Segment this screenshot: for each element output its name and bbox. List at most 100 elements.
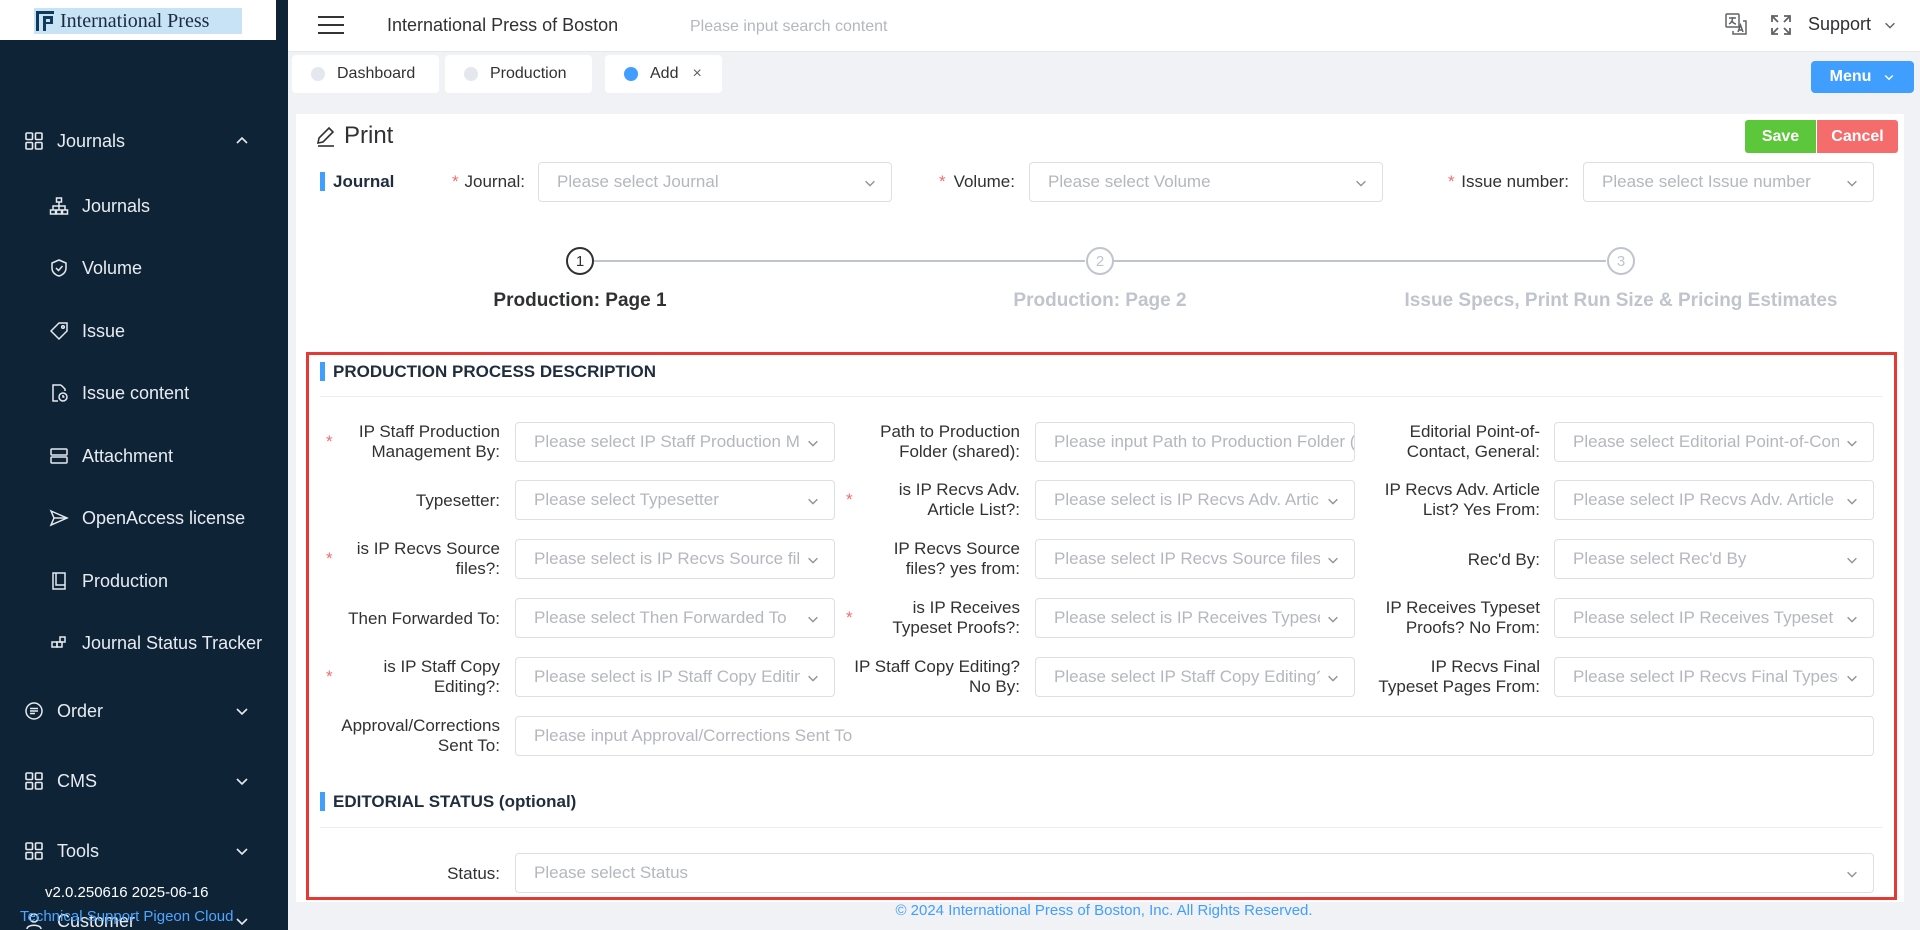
copyedit-label: is IP Staff Copy Editing?: xyxy=(383,657,500,696)
adv-from-select[interactable]: Please select IP Recvs Adv. Article List… xyxy=(1554,480,1874,520)
copyedit-select[interactable]: Please select is IP Staff Copy Editing? xyxy=(515,657,835,697)
step-1-circle[interactable]: 1 xyxy=(566,247,594,275)
adv-list-select[interactable]: Please select is IP Recvs Adv. Article L… xyxy=(1035,480,1355,520)
sidebar-item-volume[interactable]: Volume xyxy=(0,248,288,288)
status-select[interactable]: Please select Status xyxy=(515,853,1874,893)
step-2-title[interactable]: Production: Page 2 xyxy=(900,290,1300,312)
chevron-down-icon xyxy=(1847,871,1857,878)
sidebar-group-journals[interactable]: Journals xyxy=(0,121,288,161)
save-button[interactable]: Save xyxy=(1745,120,1816,153)
source-select[interactable]: Please select is IP Recvs Source files? xyxy=(515,539,835,579)
chevron-up-icon xyxy=(236,136,248,144)
volume-select[interactable]: Please select Volume xyxy=(1029,162,1383,202)
grid-icon xyxy=(25,842,43,860)
typesetter-label: Typesetter: xyxy=(415,491,500,510)
tab-status-dot xyxy=(311,67,325,81)
sidebar-item-issue[interactable]: Issue xyxy=(0,311,288,351)
org-title: International Press of Boston xyxy=(387,15,619,35)
search-input[interactable] xyxy=(690,13,1010,41)
technical-support-link[interactable]: Technical Support Pigeon Cloud xyxy=(20,908,233,925)
sidebar-item-label: OpenAccess license xyxy=(82,507,246,528)
chevron-down-icon xyxy=(1328,498,1338,505)
select-placeholder: Please select IP Recvs Source files? yes… xyxy=(1054,549,1320,568)
editorial-poc-select[interactable]: Please select Editorial Point-of-Contact… xyxy=(1554,422,1874,462)
sidebar-group-cms[interactable]: CMS xyxy=(0,761,288,801)
chevron-down-icon xyxy=(1847,675,1857,682)
staff-mgmt-select[interactable]: Please select IP Staff Production Manage… xyxy=(515,422,835,462)
logo-mark-icon xyxy=(36,11,54,31)
issue-number-label: Issue number: xyxy=(1461,172,1569,191)
sidebar: International Press Journals Journals Vo… xyxy=(0,0,288,930)
proofs-select[interactable]: Please select is IP Receives Typeset Pro… xyxy=(1035,598,1355,638)
sidebar-item-production[interactable]: Production xyxy=(0,561,288,601)
step-connector xyxy=(1114,260,1606,262)
forwarded-label: Then Forwarded To: xyxy=(348,609,500,628)
logo[interactable]: International Press xyxy=(0,0,276,40)
step-3-title[interactable]: Issue Specs, Print Run Size & Pricing Es… xyxy=(1370,290,1872,312)
chevron-down-icon xyxy=(808,440,818,447)
close-icon[interactable]: × xyxy=(692,65,701,83)
tab-add[interactable]: Add × xyxy=(605,55,722,93)
staff-mgmt-label: IP Staff Production Management By: xyxy=(358,422,500,461)
chevron-down-icon xyxy=(236,708,248,716)
recd-by-select[interactable]: Please select Rec'd By xyxy=(1554,539,1874,579)
step-1-title[interactable]: Production: Page 1 xyxy=(380,290,780,312)
book-icon xyxy=(52,572,66,590)
chevron-down-icon xyxy=(1885,74,1894,81)
sidebar-item-openaccess-license[interactable]: OpenAccess license xyxy=(0,498,288,538)
sidebar-item-issue-content[interactable]: Issue content xyxy=(0,373,288,413)
section-marker xyxy=(320,792,325,811)
step-3-circle[interactable]: 3 xyxy=(1607,247,1635,275)
chevron-down-icon xyxy=(1885,22,1895,29)
cancel-button[interactable]: Cancel xyxy=(1817,120,1898,153)
sidebar-item-label: Issue content xyxy=(82,382,190,403)
sidebar-item-label: Journal Status Tracker xyxy=(82,632,263,653)
select-placeholder: Please select is IP Receives Typeset Pro… xyxy=(1054,608,1320,627)
adv-from-label: IP Recvs Adv. Article List? Yes From: xyxy=(1384,480,1540,519)
required-asterisk: * xyxy=(939,172,946,191)
proofs-no-label: IP Receives Typeset Proofs? No From: xyxy=(1385,598,1540,637)
forwarded-select[interactable]: Please select Then Forwarded To xyxy=(515,598,835,638)
support-menu[interactable]: Support xyxy=(1808,14,1897,35)
adv-list-label: is IP Recvs Adv. Article List?: xyxy=(898,480,1020,519)
approval-label: Approval/Corrections Sent To: xyxy=(341,716,500,755)
sidebar-group-tools[interactable]: Tools xyxy=(0,831,288,871)
hamburger-menu-icon[interactable] xyxy=(318,15,344,35)
version-label: v2.0.250616 2025-06-16 xyxy=(45,884,209,901)
path-label: Path to Production Folder (shared): xyxy=(880,422,1020,461)
issue-number-select[interactable]: Please select Issue number xyxy=(1583,162,1874,202)
chevron-down-icon xyxy=(1328,616,1338,623)
edit-pen-icon xyxy=(316,126,335,147)
required-asterisk: * xyxy=(1448,172,1455,191)
chevron-down-icon xyxy=(1847,180,1857,187)
step-2-circle[interactable]: 2 xyxy=(1086,247,1114,275)
chevron-down-icon xyxy=(808,616,818,623)
path-input[interactable] xyxy=(1035,422,1355,462)
chevron-down-icon xyxy=(236,918,248,926)
sidebar-item-journals[interactable]: Journals xyxy=(0,186,288,226)
step-connector xyxy=(594,260,1085,262)
tab-production[interactable]: Production xyxy=(445,55,592,93)
source-from-select[interactable]: Please select IP Recvs Source files? yes… xyxy=(1035,539,1355,579)
copyedit-no-label: IP Staff Copy Editing? No By: xyxy=(854,657,1020,696)
chevron-down-icon xyxy=(1847,557,1857,564)
issue-number-select-placeholder: Please select Issue number xyxy=(1602,172,1811,191)
section-title-journal: Journal xyxy=(333,172,395,191)
tab-dashboard[interactable]: Dashboard xyxy=(292,55,439,93)
select-placeholder: Please select Rec'd By xyxy=(1573,549,1747,568)
select-placeholder: Please select IP Recvs Final Typeset Pag… xyxy=(1573,667,1839,686)
copyedit-no-select[interactable]: Please select IP Staff Copy Editing? No … xyxy=(1035,657,1355,697)
sidebar-item-journal-status-tracker[interactable]: Journal Status Tracker xyxy=(0,623,288,663)
typesetter-select[interactable]: Please select Typesetter xyxy=(515,480,835,520)
journal-select[interactable]: Please select Journal xyxy=(538,162,892,202)
final-pages-select[interactable]: Please select IP Recvs Final Typeset Pag… xyxy=(1554,657,1874,697)
fullscreen-icon[interactable] xyxy=(1770,14,1792,36)
translate-icon[interactable] xyxy=(1724,12,1748,36)
sidebar-group-order[interactable]: Order xyxy=(0,691,288,731)
proofs-no-select[interactable]: Please select IP Receives Typeset Proofs… xyxy=(1554,598,1874,638)
menu-button[interactable]: Menu xyxy=(1811,61,1914,93)
select-placeholder: Please select Editorial Point-of-Contact… xyxy=(1573,432,1839,451)
sidebar-item-attachment[interactable]: Attachment xyxy=(0,436,288,476)
chevron-down-icon xyxy=(236,778,248,786)
approval-input[interactable] xyxy=(515,716,1874,756)
